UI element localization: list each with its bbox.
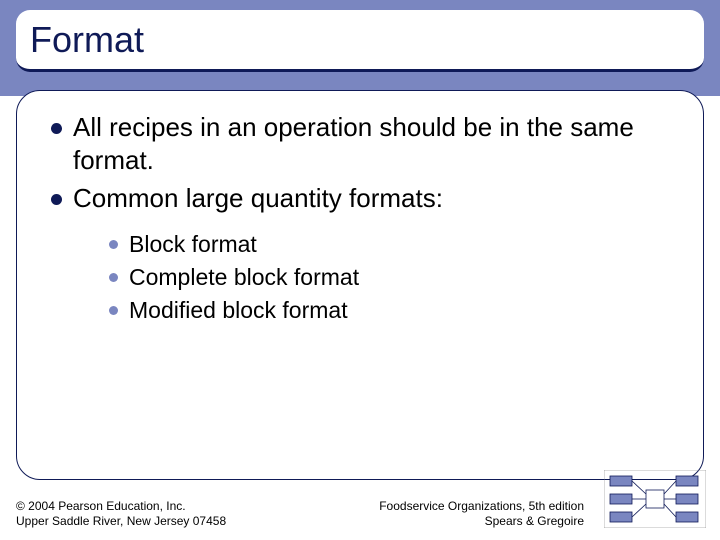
- list-item: All recipes in an operation should be in…: [51, 111, 677, 178]
- flowchart-icon: [604, 470, 706, 528]
- footer: © 2004 Pearson Education, Inc. Upper Sad…: [16, 496, 704, 530]
- bullet-list-level2: Block format Complete block format Modif…: [109, 229, 677, 326]
- bullet-text: Modified block format: [129, 297, 348, 323]
- authors-line: Spears & Gregoire: [379, 514, 584, 530]
- copyright-line: © 2004 Pearson Education, Inc.: [16, 499, 226, 515]
- slide: Format All recipes in an operation shoul…: [0, 0, 720, 540]
- list-item: Modified block format: [109, 295, 677, 326]
- list-item: Common large quantity formats: Block for…: [51, 182, 677, 326]
- bullet-text: Complete block format: [129, 264, 359, 290]
- bullet-list-level1: All recipes in an operation should be in…: [51, 111, 677, 326]
- bullet-text: All recipes in an operation should be in…: [73, 112, 634, 175]
- bullet-text: Common large quantity formats:: [73, 183, 443, 213]
- title-panel: Format: [16, 10, 704, 72]
- address-line: Upper Saddle River, New Jersey 07458: [16, 514, 226, 530]
- list-item: Block format: [109, 229, 677, 260]
- bullet-text: Block format: [129, 231, 257, 257]
- footer-left: © 2004 Pearson Education, Inc. Upper Sad…: [16, 499, 226, 530]
- list-item: Complete block format: [109, 262, 677, 293]
- content-panel: All recipes in an operation should be in…: [16, 90, 704, 480]
- book-title-line: Foodservice Organizations, 5th edition: [379, 499, 584, 515]
- slide-title: Format: [30, 19, 144, 61]
